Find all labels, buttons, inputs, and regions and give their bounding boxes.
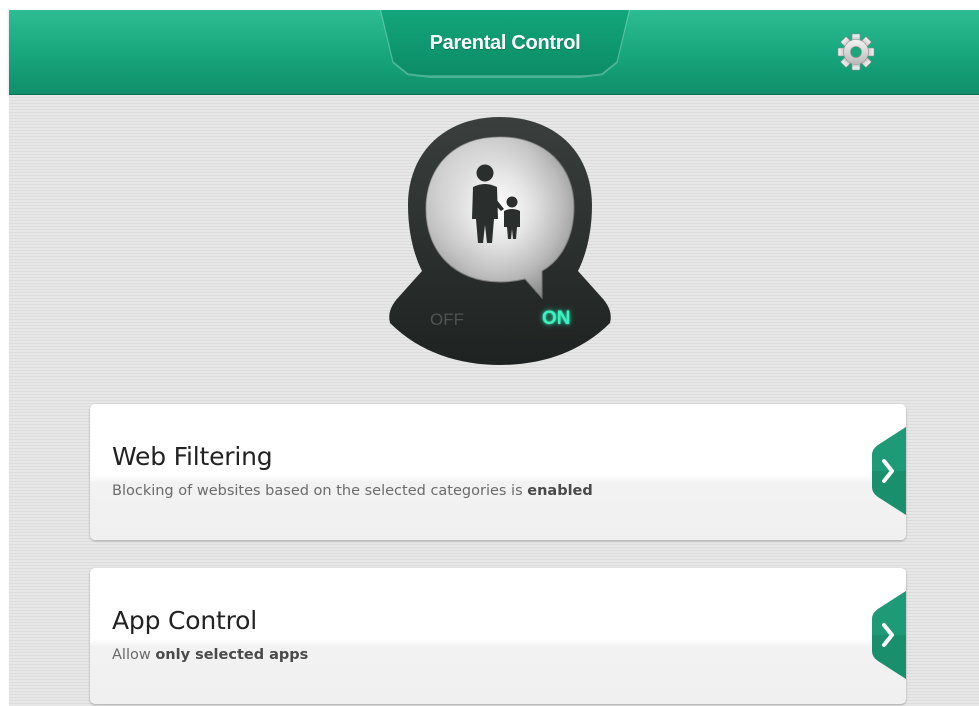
web-filtering-status: Blocking of websites based on the select… (112, 483, 593, 499)
app-header: Parental Control (9, 10, 979, 94)
toggle-off-label[interactable]: OFF (430, 310, 464, 330)
gear-icon (837, 33, 875, 71)
page-title: Parental Control (429, 32, 581, 54)
toggle-on-label[interactable]: ON (542, 308, 571, 330)
chevron-right-icon[interactable] (872, 591, 906, 679)
toggle-dial (389, 117, 611, 365)
app-control-card[interactable]: App Control Allow only selected apps (90, 568, 906, 704)
parental-control-toggle[interactable]: OFF ON (380, 115, 620, 367)
main-content: OFF ON Web Filtering Blocking of website… (9, 95, 979, 706)
app-control-status-text: Allow (112, 647, 156, 663)
app-control-status-value: only selected apps (155, 647, 309, 663)
web-filtering-title: Web Filtering (112, 442, 273, 471)
app-control-status: Allow only selected apps (112, 647, 308, 663)
web-filtering-status-text: Blocking of websites based on the select… (112, 483, 528, 499)
web-filtering-status-value: enabled (527, 483, 593, 499)
settings-button[interactable] (834, 30, 878, 74)
app-control-title: App Control (112, 606, 257, 635)
chevron-right-icon[interactable] (872, 427, 906, 515)
web-filtering-card[interactable]: Web Filtering Blocking of websites based… (90, 404, 906, 540)
